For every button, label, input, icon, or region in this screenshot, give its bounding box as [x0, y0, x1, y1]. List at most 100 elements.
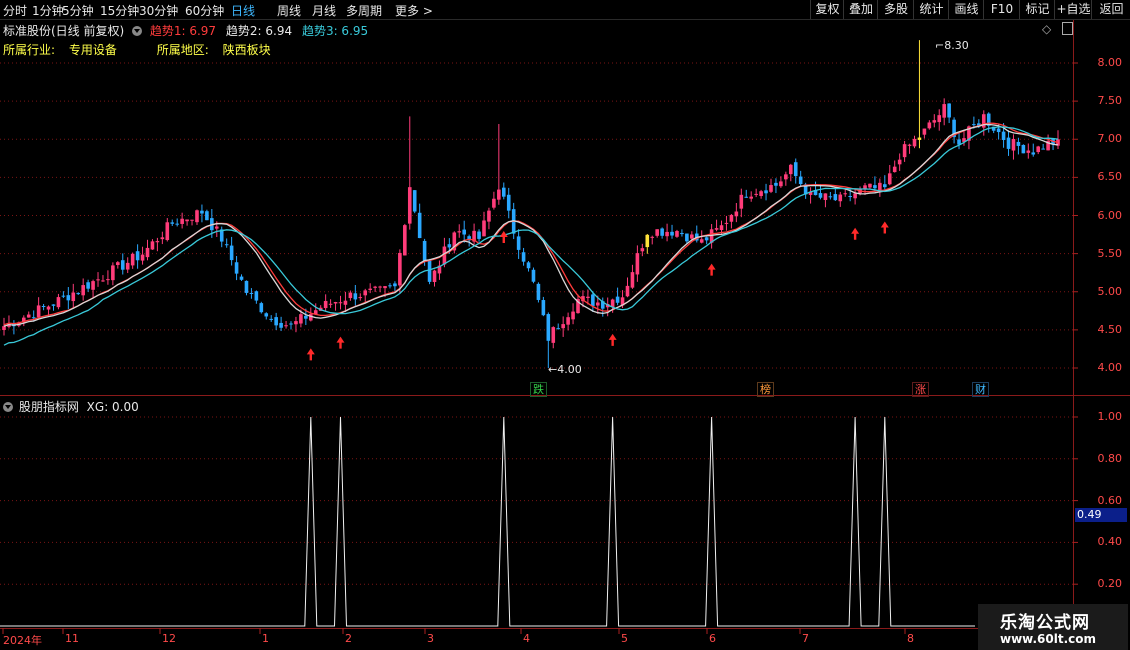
candle-body: [422, 240, 427, 261]
event-label-zhang[interactable]: 涨: [912, 382, 929, 397]
candle-body: [76, 293, 81, 295]
event-label-cai[interactable]: 财: [972, 382, 989, 397]
candle-body: [947, 103, 951, 118]
candle-body: [996, 128, 1001, 133]
candle-body: [101, 280, 105, 282]
candle-body: [912, 138, 917, 147]
candle-body: [541, 300, 546, 316]
candle-body: [249, 292, 254, 294]
candle-body: [640, 248, 645, 252]
candle-body: [506, 194, 511, 211]
candle-body: [31, 317, 36, 319]
candle-body: [774, 182, 778, 186]
candle-body: [754, 193, 758, 195]
date-tick-label: 5: [621, 632, 628, 645]
low-marker-arrow-icon: ←: [548, 363, 558, 376]
candle-body: [116, 262, 120, 266]
candle-body: [902, 144, 907, 158]
candle-body: [586, 296, 590, 298]
candle-body: [81, 285, 85, 296]
candle-body: [36, 305, 41, 318]
candle-body: [353, 293, 358, 300]
date-tick-label: 8: [907, 632, 914, 645]
candle-body: [130, 253, 135, 266]
candle-body: [591, 294, 595, 306]
date-tick-label: 2024年: [3, 634, 42, 647]
candle-body: [264, 313, 269, 317]
candle-body: [86, 282, 90, 289]
candle-body: [675, 231, 679, 237]
candle-body: [477, 231, 481, 239]
candle-body: [1001, 131, 1006, 140]
candle-body: [185, 219, 189, 222]
candle-body: [566, 317, 570, 325]
candle-body: [853, 193, 857, 199]
candle-body: [180, 218, 184, 224]
event-label-bang[interactable]: 榜: [757, 382, 774, 397]
candle-body: [798, 176, 803, 185]
buy-signal-arrow-icon: [499, 230, 508, 243]
trend1-line: [3, 122, 1059, 326]
event-label-die[interactable]: 跌: [530, 382, 547, 397]
low-price-marker: ←4.00: [548, 363, 582, 376]
candle-body: [551, 327, 556, 343]
candle-body: [224, 244, 229, 246]
candle-body: [942, 104, 946, 118]
candle-body: [1021, 144, 1026, 154]
candle-body: [155, 241, 160, 243]
candle-body: [1016, 141, 1021, 146]
candle-body: [907, 144, 912, 146]
buy-signal-arrow-icon: [707, 263, 716, 276]
date-tick-label: 11: [65, 632, 79, 645]
candle-body: [1006, 137, 1011, 149]
candle-body: [96, 279, 100, 281]
candle-body: [214, 226, 219, 229]
candle-body: [269, 318, 274, 320]
price-tick-label: 5.00: [1097, 284, 1123, 298]
candle-body: [289, 323, 293, 325]
buy-signal-arrow-icon: [306, 348, 315, 361]
candle-body: [764, 190, 768, 194]
date-tick-label: 7: [802, 632, 809, 645]
date-tick-label: 2: [345, 632, 352, 645]
watermark-logo: 乐淘公式网 www.60lt.com: [978, 604, 1128, 650]
candle-body: [150, 241, 155, 250]
candle-body: [299, 314, 303, 324]
candle-body: [170, 222, 175, 224]
buy-signal-arrow-icon: [851, 227, 860, 240]
candle-body: [403, 225, 407, 256]
candle-body: [561, 324, 565, 329]
price-tick-label: 6.50: [1097, 170, 1123, 184]
date-tick-label: 12: [162, 632, 176, 645]
candle-body: [447, 244, 452, 248]
candle-body: [922, 128, 927, 135]
candle-body: [788, 164, 793, 175]
candle-body: [516, 236, 521, 250]
candle-body: [719, 225, 724, 231]
candle-body: [823, 193, 828, 201]
price-tick-label: 7.50: [1097, 94, 1123, 108]
candle-body: [873, 185, 877, 189]
candle-body: [660, 228, 664, 236]
indicator-cursor-value: 0.49: [1075, 508, 1127, 522]
candle-body: [1036, 146, 1041, 153]
price-tick-label: 8.00: [1097, 56, 1123, 69]
buy-signal-arrow-icon: [336, 336, 345, 349]
candle-body: [492, 198, 496, 208]
candle-body: [120, 260, 125, 270]
price-tick-label: 5.50: [1097, 246, 1123, 260]
candle-body: [892, 166, 897, 173]
candle-body: [432, 270, 437, 283]
candle-body: [106, 279, 110, 281]
candle-body: [61, 295, 66, 297]
candle-body: [818, 193, 823, 198]
candle-body: [56, 297, 61, 308]
kline-chart[interactable]: [0, 0, 1130, 650]
candle-body: [66, 295, 71, 301]
candle-body: [699, 239, 704, 243]
candle-body: [125, 262, 130, 270]
candle-body: [190, 219, 194, 221]
date-tick-label: 4: [523, 632, 530, 645]
candle-body: [343, 300, 348, 305]
candle-body: [398, 252, 402, 286]
